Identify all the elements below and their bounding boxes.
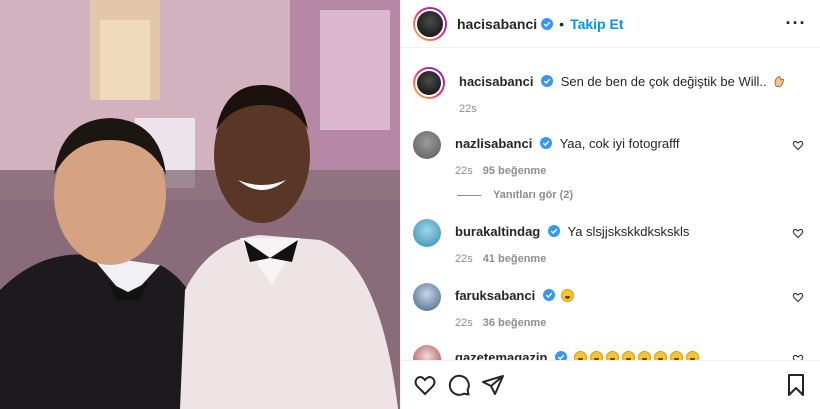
author-avatar[interactable] bbox=[413, 6, 447, 41]
laughing-emoji-row bbox=[571, 350, 699, 360]
comment-time: 22s bbox=[455, 317, 473, 329]
verified-badge-icon bbox=[539, 137, 552, 149]
verified-badge-icon bbox=[541, 75, 554, 87]
view-replies-label: Yanıtları gör (2) bbox=[493, 189, 574, 201]
laughing-emoji-icon bbox=[653, 351, 667, 360]
verified-badge-icon bbox=[542, 289, 555, 301]
comment-username[interactable]: faruksabanci bbox=[455, 288, 535, 303]
post-panel: hacisabanci • Takip Et ··· hacisabanci S… bbox=[400, 0, 820, 409]
comment-item: faruksabanci 22s 36 beğenme bbox=[413, 283, 804, 329]
comment-likes[interactable]: 41 beğenme bbox=[483, 253, 547, 265]
caption-time: 22s bbox=[459, 103, 477, 115]
comment-text: Ya slsjjskskkdkskskls bbox=[567, 224, 690, 239]
comment-icon[interactable] bbox=[447, 373, 471, 397]
laughing-emoji-icon bbox=[685, 351, 699, 360]
comment-username[interactable]: burakaltindag bbox=[455, 224, 540, 239]
comments-list[interactable]: hacisabanci Sen de ben de çok değiştik b… bbox=[401, 49, 820, 360]
comment-avatar[interactable] bbox=[413, 219, 441, 247]
verified-badge-icon bbox=[547, 225, 560, 237]
post-header: hacisabanci • Takip Et ··· bbox=[401, 0, 820, 48]
hand-emoji-icon bbox=[774, 76, 785, 88]
verified-badge-icon bbox=[555, 351, 568, 360]
comment-likes[interactable]: 36 beğenme bbox=[483, 317, 547, 329]
author-username[interactable]: hacisabanci bbox=[457, 16, 537, 32]
more-options-icon[interactable]: ··· bbox=[784, 13, 808, 34]
bookmark-icon[interactable] bbox=[784, 373, 808, 397]
comment-item: nazlisabanci Yaa, cok iyi fotografff 22s… bbox=[413, 131, 804, 177]
comment-like-icon[interactable] bbox=[792, 139, 804, 151]
comment-likes[interactable]: 95 beğenme bbox=[483, 165, 547, 177]
comment-like-icon[interactable] bbox=[792, 227, 804, 239]
verified-badge-icon bbox=[541, 17, 554, 30]
view-replies[interactable]: Yanıtları gör (2) bbox=[457, 189, 573, 201]
laughing-emoji-icon bbox=[669, 351, 683, 360]
comment-avatar[interactable] bbox=[413, 345, 441, 360]
follow-button[interactable]: Takip Et bbox=[570, 16, 623, 32]
heart-icon[interactable] bbox=[413, 373, 437, 397]
comment-username[interactable]: gazetemagazin bbox=[455, 350, 547, 360]
comment-text: Yaa, cok iyi fotografff bbox=[559, 136, 680, 151]
laughing-emoji-icon bbox=[605, 351, 619, 360]
post-photo[interactable] bbox=[0, 0, 400, 409]
comment-item: burakaltindag Ya slsjjskskkdkskskls 22s 4… bbox=[413, 219, 804, 265]
comment-time: 22s bbox=[455, 165, 473, 177]
comment-like-icon[interactable] bbox=[792, 291, 804, 303]
laughing-emoji-icon bbox=[637, 351, 651, 360]
comment-like-icon[interactable] bbox=[792, 353, 804, 360]
laughing-emoji-icon bbox=[561, 289, 575, 302]
laughing-emoji-icon bbox=[589, 351, 603, 360]
comment-username[interactable]: nazlisabanci bbox=[455, 136, 532, 151]
action-bar bbox=[401, 360, 820, 409]
photo-illustration bbox=[0, 0, 400, 409]
caption: hacisabanci Sen de ben de çok değiştik b… bbox=[413, 67, 804, 115]
comment-time: 22s bbox=[455, 253, 473, 265]
comment-avatar[interactable] bbox=[413, 283, 441, 311]
comment-avatar[interactable] bbox=[413, 131, 441, 159]
share-icon[interactable] bbox=[481, 373, 505, 397]
caption-text: Sen de ben de çok değiştik be Will.. bbox=[560, 74, 767, 89]
laughing-emoji-icon bbox=[621, 351, 635, 360]
comment-item: gazetemagazin bbox=[413, 345, 804, 360]
separator-dot: • bbox=[559, 15, 565, 32]
caption-username[interactable]: hacisabanci bbox=[459, 74, 533, 89]
laughing-emoji-icon bbox=[573, 351, 587, 360]
caption-avatar[interactable] bbox=[413, 67, 445, 99]
